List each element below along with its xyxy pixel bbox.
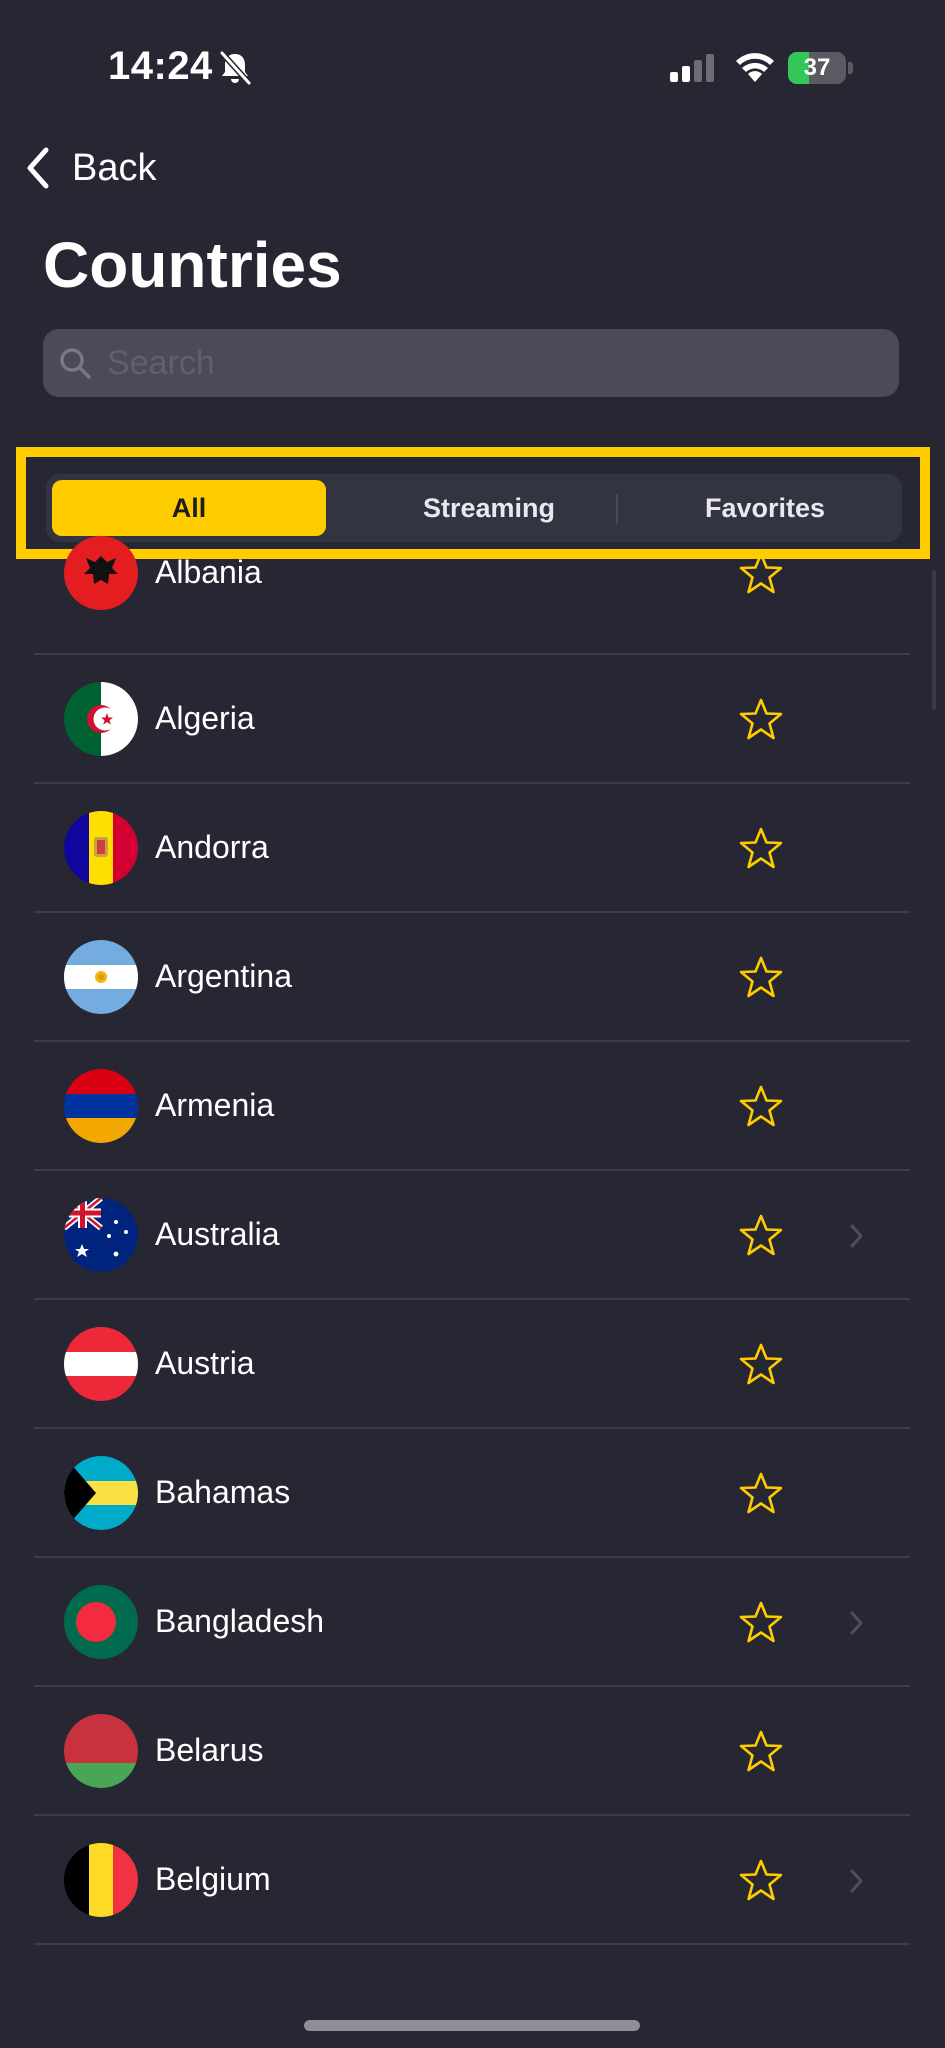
star-outline-icon[interactable]: [738, 1471, 784, 1515]
country-name: Albania: [155, 554, 262, 590]
flag-armenia-icon: [64, 1069, 138, 1143]
star-outline-icon[interactable]: [738, 1858, 784, 1902]
list-item[interactable]: Argentina: [0, 913, 945, 1042]
chevron-right-icon: [850, 1611, 863, 1635]
country-name: Austria: [155, 1345, 255, 1381]
star-outline-icon[interactable]: [738, 1213, 784, 1257]
country-name: Australia: [155, 1216, 280, 1252]
page-title: Countries: [43, 229, 342, 301]
flag-bangladesh-icon: [64, 1585, 138, 1659]
flag-andorra-icon: [64, 811, 138, 885]
flag-austria-icon: [64, 1327, 138, 1401]
country-name: Armenia: [155, 1087, 275, 1123]
star-outline-icon[interactable]: [738, 955, 784, 999]
list-item[interactable]: Australia: [0, 1171, 945, 1300]
battery-charging-icon: 37: [788, 52, 854, 84]
row-divider: [34, 1943, 910, 1945]
segment-divider: [616, 494, 618, 524]
status-bar: 14:24 37: [0, 0, 945, 120]
country-name: Argentina: [155, 958, 292, 994]
flag-argentina-icon: [64, 940, 138, 1014]
bell-slash-icon: [219, 50, 252, 86]
country-name: Belgium: [155, 1861, 271, 1897]
chevron-right-icon: [850, 1224, 863, 1248]
list-item[interactable]: Belarus: [0, 1687, 945, 1816]
country-name: Andorra: [155, 829, 269, 865]
country-name: Algeria: [155, 700, 255, 736]
flag-belarus-icon: [64, 1714, 138, 1788]
flag-algeria-icon: [64, 682, 138, 756]
back-label: Back: [72, 146, 157, 189]
search-bar[interactable]: [43, 329, 899, 397]
star-outline-icon[interactable]: [738, 826, 784, 870]
star-outline-icon[interactable]: [738, 551, 784, 595]
star-outline-icon[interactable]: [738, 1084, 784, 1128]
star-outline-icon[interactable]: [738, 697, 784, 741]
star-outline-icon[interactable]: [738, 1342, 784, 1386]
list-item[interactable]: Bangladesh: [0, 1558, 945, 1687]
country-name: Belarus: [155, 1732, 264, 1768]
list-item[interactable]: Bahamas: [0, 1429, 945, 1558]
flag-belgium-icon: [64, 1843, 138, 1917]
cellular-signal-icon: [670, 54, 714, 82]
scrollbar[interactable]: [932, 570, 936, 710]
list-item[interactable]: Albania: [0, 526, 945, 655]
back-button[interactable]: Back: [22, 140, 156, 196]
flag-bahamas-icon: [64, 1456, 138, 1530]
chevron-right-icon: [850, 1869, 863, 1893]
status-time: 14:24: [108, 44, 213, 88]
flag-albania-icon: [64, 536, 138, 610]
list-item[interactable]: Armenia: [0, 1042, 945, 1171]
list-item[interactable]: Andorra: [0, 784, 945, 913]
list-item[interactable]: Algeria: [0, 655, 945, 784]
chevron-left-icon: [27, 147, 49, 189]
home-indicator[interactable]: [304, 2020, 640, 2031]
list-item[interactable]: Austria: [0, 1300, 945, 1429]
list-item[interactable]: Belgium: [0, 1816, 945, 1945]
star-outline-icon[interactable]: [738, 1729, 784, 1773]
battery-percent: 37: [803, 54, 831, 81]
star-outline-icon[interactable]: [738, 1600, 784, 1644]
search-icon: [60, 348, 91, 379]
flag-australia-icon: [64, 1198, 138, 1272]
search-input[interactable]: [105, 342, 899, 384]
country-name: Bangladesh: [155, 1603, 325, 1639]
country-name: Bahamas: [155, 1474, 291, 1510]
wifi-icon: [736, 53, 774, 82]
